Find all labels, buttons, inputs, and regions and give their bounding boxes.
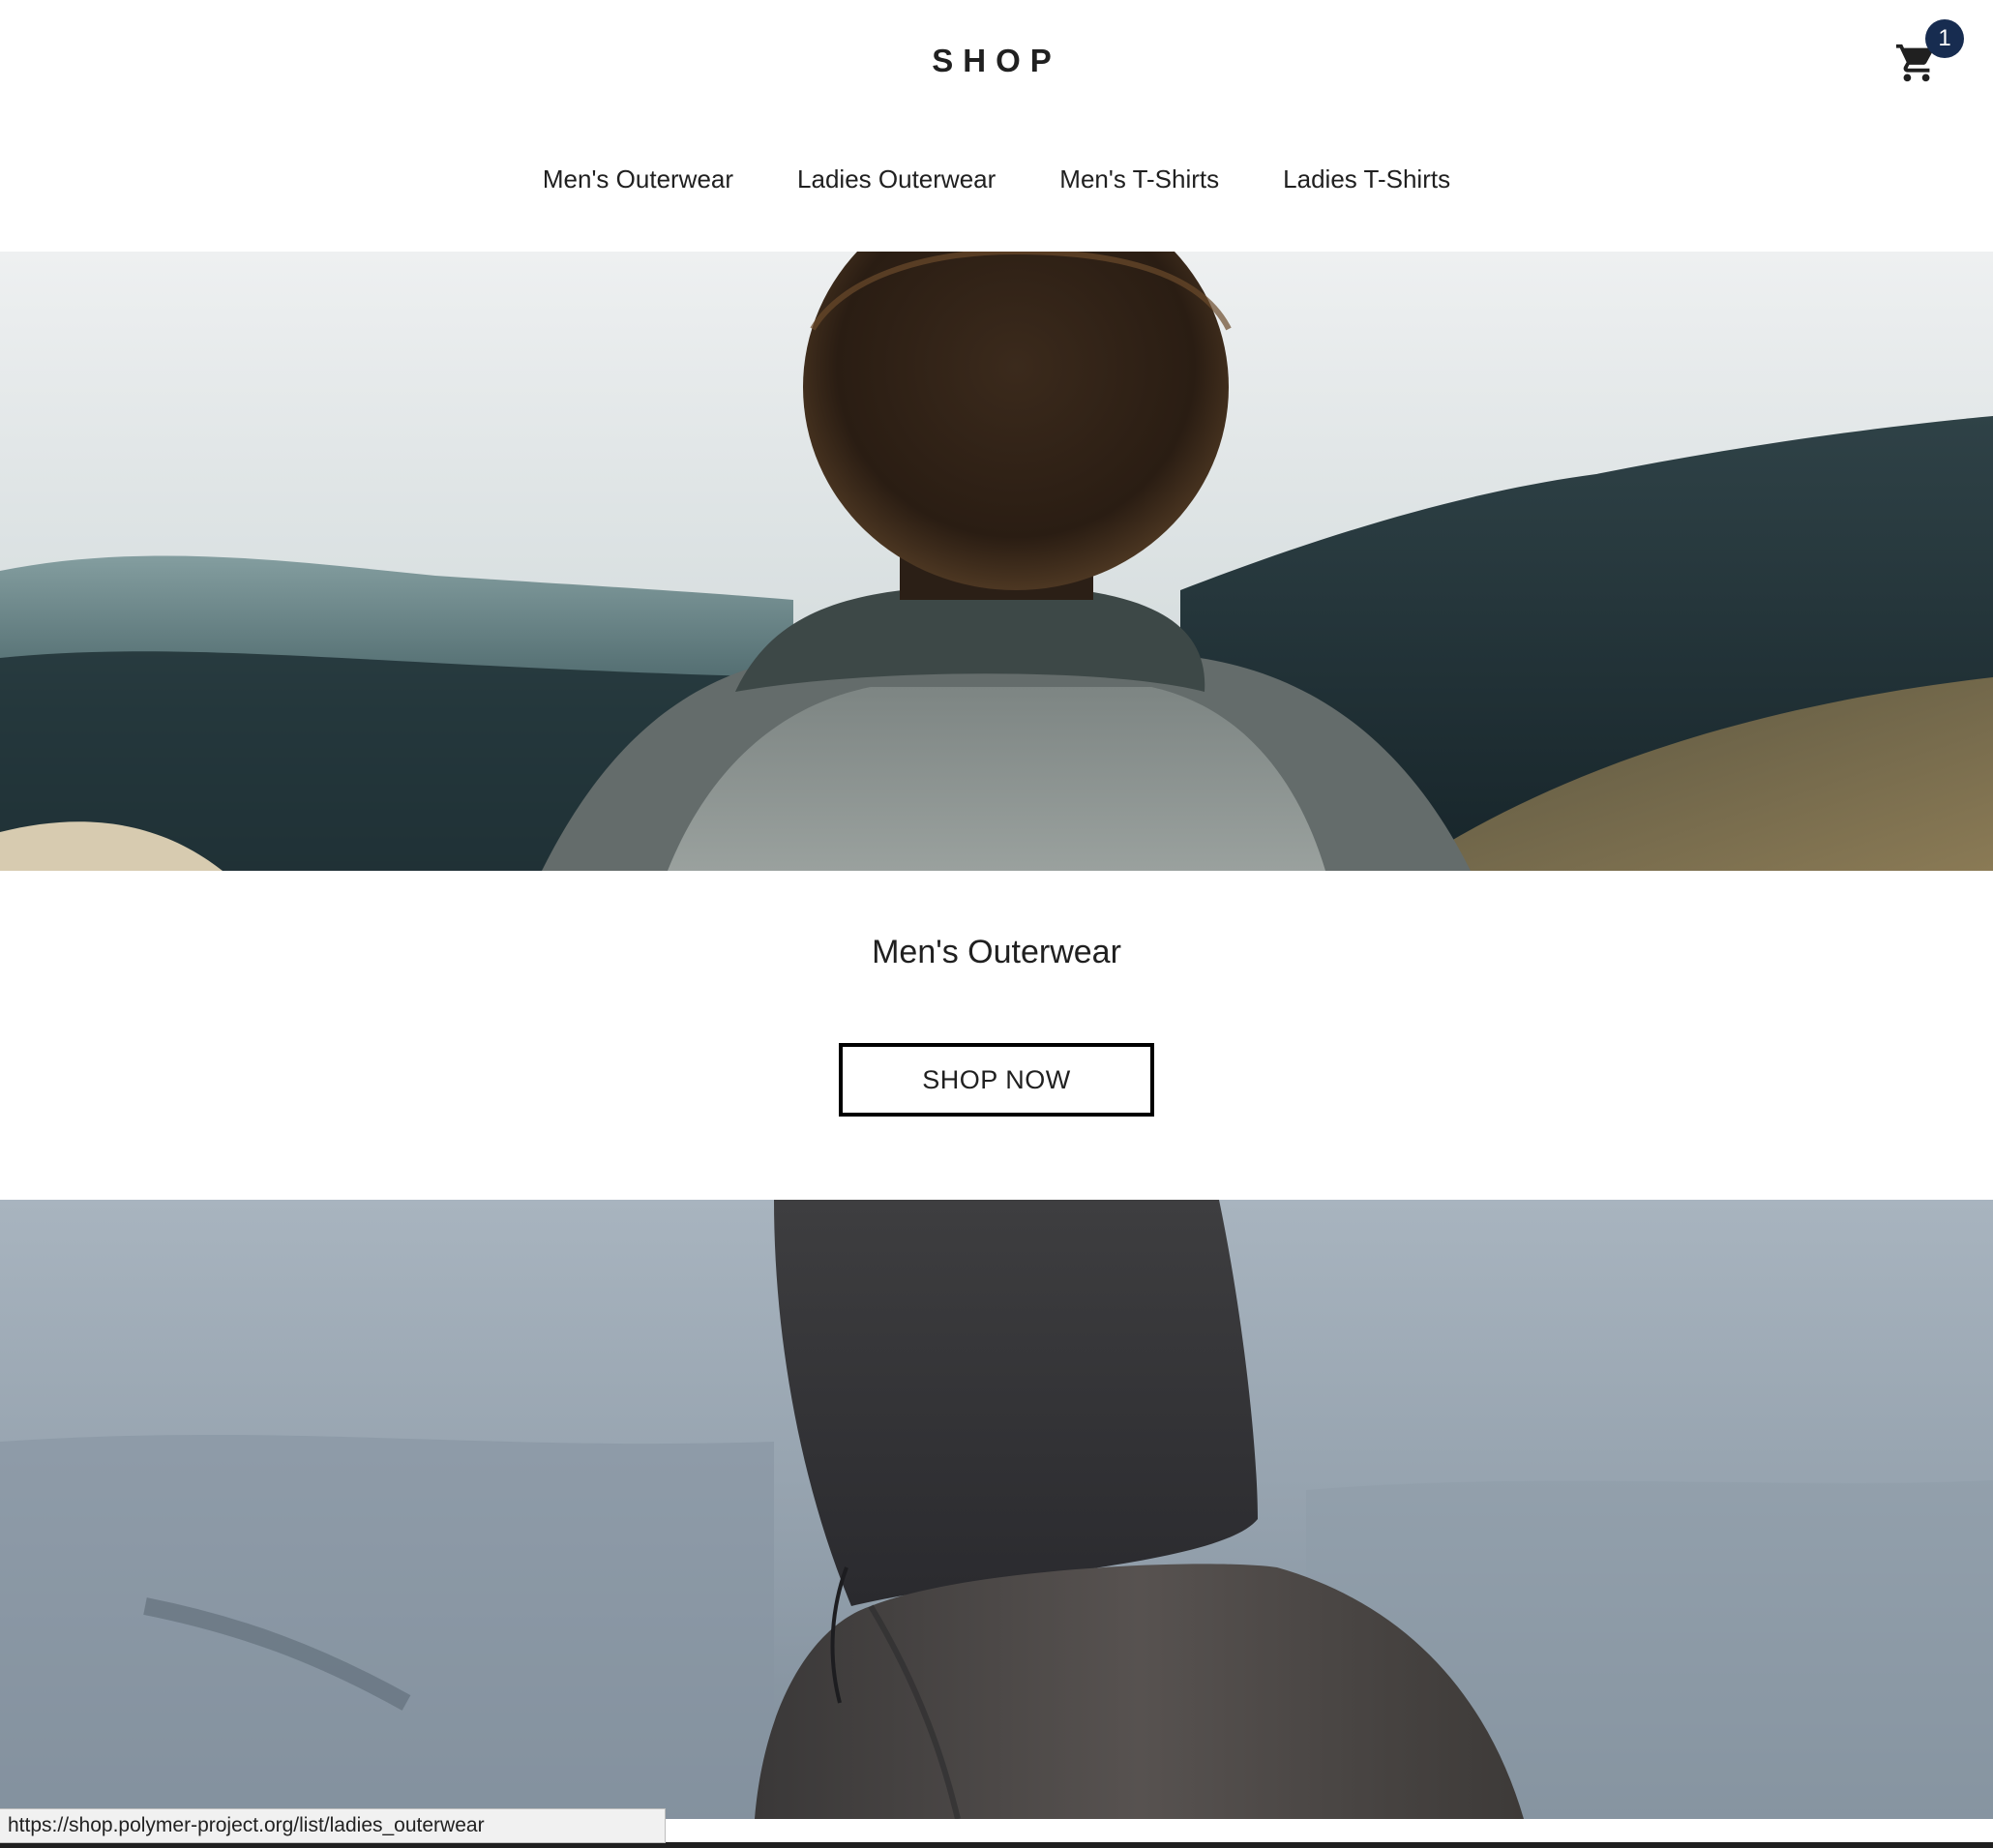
shop-logo[interactable]: SHOP [0, 43, 1993, 79]
ladies-outerwear-hero-image[interactable] [0, 1200, 1993, 1819]
shop-now-button[interactable]: SHOP NOW [839, 1043, 1154, 1117]
section-title: Men's Outerwear [872, 934, 1121, 970]
mens-outerwear-hero-image[interactable] [0, 252, 1993, 871]
category-nav: Men's Outerwear Ladies Outerwear Men's T… [0, 164, 1993, 194]
page: SHOP 1 Men's Outerwear Ladies Outerwear … [0, 0, 1993, 1848]
page-footer-strip [666, 1819, 1993, 1842]
app-header: SHOP 1 Men's Outerwear Ladies Outerwear … [0, 0, 1993, 252]
cart-count-badge: 1 [1925, 19, 1964, 58]
nav-item-ladies-tshirts[interactable]: Ladies T-Shirts [1283, 164, 1450, 194]
nav-item-mens-outerwear[interactable]: Men's Outerwear [543, 164, 733, 194]
nav-item-mens-tshirts[interactable]: Men's T-Shirts [1059, 164, 1219, 194]
cart-button[interactable]: 1 [1887, 19, 1964, 97]
nav-item-ladies-outerwear[interactable]: Ladies Outerwear [797, 164, 996, 194]
status-bar-url: https://shop.polymer-project.org/list/la… [0, 1808, 666, 1843]
